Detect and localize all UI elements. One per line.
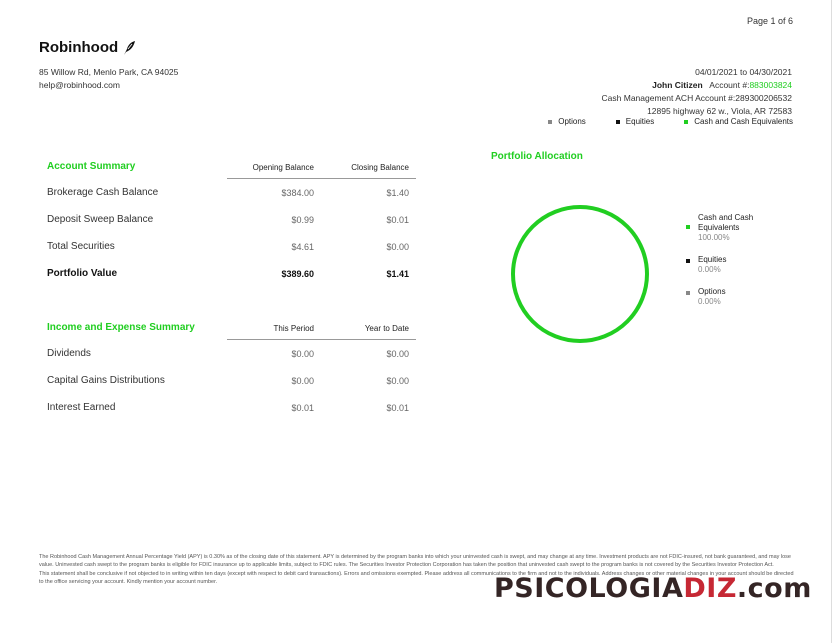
account-summary-title: Account Summary: [47, 161, 136, 172]
allocation-label: Cash and Cash Equivalents: [698, 213, 754, 232]
this-period-header: This Period: [273, 324, 314, 333]
statement-page: Page 1 of 6 Robinhood 85 Willow Rd, Menl…: [0, 0, 832, 643]
legend-label: Options: [558, 117, 586, 126]
watermark-part: DIZ: [683, 573, 737, 604]
table-header: Account Summary Opening Balance Closing …: [47, 152, 416, 172]
allocation-percent: 0.00%: [698, 297, 721, 306]
square-icon: [548, 119, 553, 124]
portfolio-allocation-title: Portfolio Allocation: [491, 151, 583, 162]
row-label: Capital Gains Distributions: [47, 375, 165, 386]
income-summary-title: Income and Expense Summary: [47, 322, 195, 333]
gray-dot-icon: [686, 291, 690, 295]
row-label: Deposit Sweep Balance: [47, 214, 154, 225]
table-header: Income and Expense Summary This Period Y…: [47, 313, 416, 333]
allocation-label: Options: [698, 287, 726, 296]
year-to-date-header: Year to Date: [364, 324, 409, 333]
period-value: $0.00: [291, 348, 314, 359]
ytd-value: $0.01: [386, 402, 409, 413]
black-dot-icon: [686, 259, 690, 263]
account-holder-line: John Citizen Account #:883003824: [602, 79, 792, 92]
ytd-value: $0.00: [386, 375, 409, 386]
row-label: Brokerage Cash Balance: [47, 187, 159, 198]
allocation-percent: 100.00%: [698, 233, 730, 242]
watermark-part: PSICOLOGIA: [494, 573, 684, 604]
holder-name: John Citizen: [652, 80, 703, 90]
brand-name: Robinhood: [39, 39, 119, 56]
opening-balance-header: Opening Balance: [252, 163, 314, 172]
page-number: Page 1 of 6: [746, 16, 793, 26]
brand-logo: Robinhood: [39, 39, 136, 56]
address-line: 85 Willow Rd, Menlo Park, CA 94025: [39, 67, 179, 77]
account-number: 883003824: [749, 80, 792, 90]
opening-value: $4.61: [291, 241, 314, 252]
account-info: 04/01/2021 to 04/30/2021 John Citizen Ac…: [602, 66, 792, 118]
statement-period: 04/01/2021 to 04/30/2021: [695, 67, 792, 77]
table-row: Dividends $0.00 $0.00: [47, 340, 416, 367]
cash-management-account: Cash Management ACH Account #:2893002065…: [601, 93, 792, 103]
allocation-legend-item: Cash and Cash Equivalents 100.00%: [686, 213, 768, 243]
square-icon: [684, 119, 689, 124]
period-value: $0.00: [291, 375, 314, 386]
feather-icon: [124, 40, 136, 55]
table-row-total: Portfolio Value $389.60 $1.41: [47, 260, 416, 287]
row-label: Interest Earned: [47, 402, 116, 413]
watermark-part: .com: [736, 573, 812, 604]
company-address: 85 Willow Rd, Menlo Park, CA 94025 help@…: [39, 66, 178, 92]
allocation-legend: Cash and Cash Equivalents 100.00% Equiti…: [686, 213, 768, 319]
period-value: $0.01: [291, 402, 314, 413]
legend-item-equities: Equities: [615, 117, 655, 126]
allocation-legend-item: Options 0.00%: [686, 287, 768, 307]
closing-balance-header: Closing Balance: [351, 163, 409, 172]
company-email: help@robinhood.com: [39, 80, 120, 90]
square-icon: [615, 119, 620, 124]
row-label: Dividends: [47, 348, 91, 359]
disclaimer-paragraph: The Robinhood Cash Management Annual Per…: [39, 554, 791, 568]
allocation-percent: 0.00%: [698, 265, 721, 274]
account-label: Account #:: [709, 80, 750, 90]
opening-value: $389.60: [281, 268, 314, 279]
account-summary-table: Account Summary Opening Balance Closing …: [47, 152, 416, 287]
allocation-label: Equities: [698, 255, 727, 264]
donut-slice-cash: [511, 205, 649, 343]
ytd-value: $0.00: [386, 348, 409, 359]
income-summary-table: Income and Expense Summary This Period Y…: [47, 313, 416, 421]
legend-label: Equities: [625, 117, 655, 126]
closing-value: $0.00: [386, 241, 409, 252]
table-row: Interest Earned $0.01 $0.01: [47, 394, 416, 421]
closing-value: $0.01: [386, 214, 409, 225]
closing-value: $1.40: [386, 187, 409, 198]
table-row: Capital Gains Distributions $0.00 $0.00: [47, 367, 416, 394]
table-row: Total Securities $4.61 $0.00: [47, 233, 416, 260]
opening-value: $0.99: [291, 214, 314, 225]
legend-item-cash: Cash and Cash Equivalents: [684, 117, 793, 126]
row-label: Total Securities: [47, 241, 115, 252]
row-label: Portfolio Value: [47, 268, 118, 279]
legend-label: Cash and Cash Equivalents: [694, 117, 793, 126]
table-row: Deposit Sweep Balance $0.99 $0.01: [47, 206, 416, 233]
allocation-donut-chart: [511, 205, 649, 343]
closing-value: $1.41: [386, 268, 409, 279]
opening-value: $384.00: [281, 187, 314, 198]
green-dot-icon: [686, 225, 690, 229]
top-legend: Options Equities Cash and Cash Equivalen…: [518, 117, 793, 126]
allocation-legend-item: Equities 0.00%: [686, 255, 768, 275]
legend-item-options: Options: [548, 117, 586, 126]
table-row: Brokerage Cash Balance $384.00 $1.40: [47, 179, 416, 206]
watermark: PSICOLOGIADIZ.com: [494, 573, 812, 604]
